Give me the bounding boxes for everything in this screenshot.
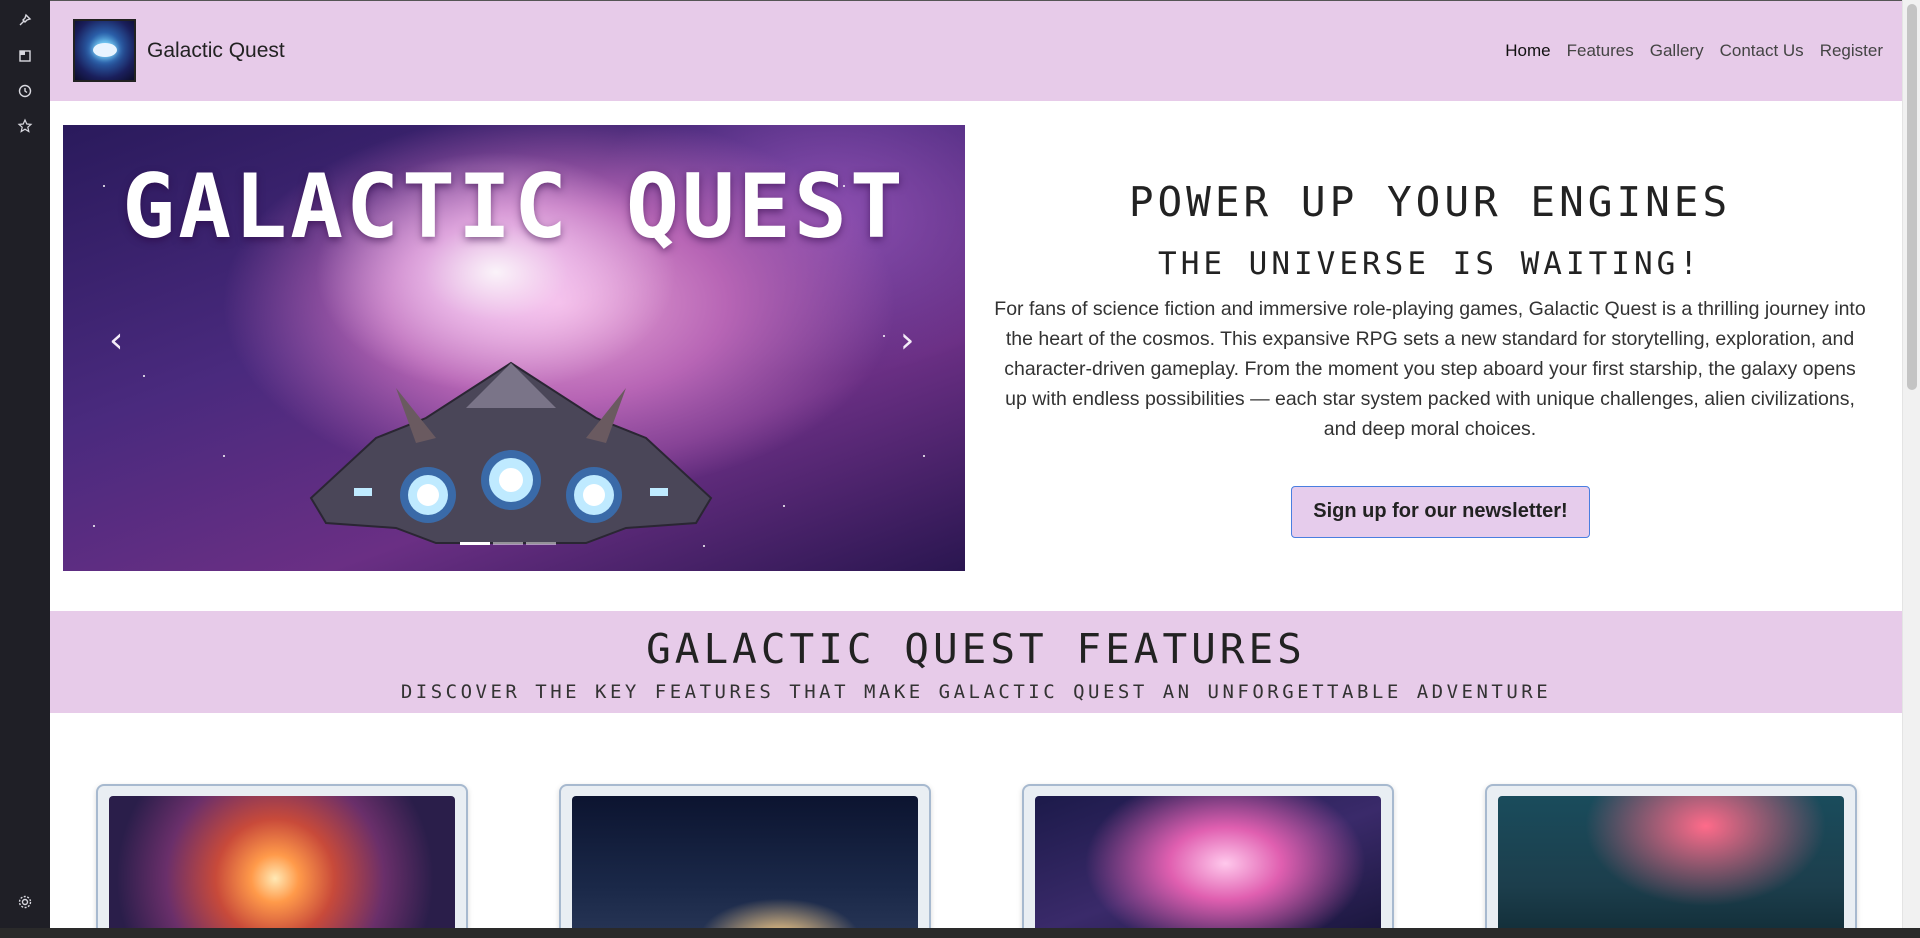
feature-card[interactable] xyxy=(1022,784,1394,928)
browser-sidebar xyxy=(0,0,50,928)
hero-subheading: THE UNIVERSE IS WAITING! xyxy=(1158,246,1702,282)
brand-logo[interactable] xyxy=(73,19,136,82)
pin-icon[interactable] xyxy=(14,12,36,34)
star-icon[interactable] xyxy=(14,118,36,140)
features-header: GALACTIC QUEST FEATURES DISCOVER THE KEY… xyxy=(50,611,1902,713)
hero-carousel[interactable]: GALACTIC QUEST ‹ › xyxy=(63,125,965,571)
feature-card[interactable] xyxy=(559,784,931,928)
nav-links: Home Features Gallery Contact Us Registe… xyxy=(1505,41,1883,61)
carousel-title: GALACTIC QUEST xyxy=(122,155,906,258)
carousel-next-button[interactable]: › xyxy=(900,320,914,361)
navbar: Galactic Quest Home Features Gallery Con… xyxy=(50,0,1902,101)
scrollbar-thumb[interactable] xyxy=(1907,4,1917,390)
hero-paragraph: For fans of science fiction and immersiv… xyxy=(994,298,1866,440)
hero-text: POWER UP YOUR ENGINES THE UNIVERSE IS WA… xyxy=(990,178,1870,444)
web-page: Galactic Quest Home Features Gallery Con… xyxy=(50,0,1902,928)
tab-icon[interactable] xyxy=(14,48,36,70)
hero-heading: POWER UP YOUR ENGINES xyxy=(1128,178,1732,226)
feature-card-image xyxy=(109,796,455,928)
feature-card[interactable] xyxy=(96,784,468,928)
features-title: GALACTIC QUEST FEATURES xyxy=(646,625,1306,673)
nav-link-register[interactable]: Register xyxy=(1820,41,1883,61)
nav-link-home[interactable]: Home xyxy=(1505,41,1550,61)
carousel-indicator[interactable] xyxy=(493,542,523,545)
history-icon[interactable] xyxy=(14,83,36,105)
taskbar xyxy=(0,928,1920,938)
feature-card-image xyxy=(572,796,918,928)
carousel-indicator[interactable] xyxy=(460,542,490,545)
carousel-prev-button[interactable]: ‹ xyxy=(109,320,123,361)
feature-card[interactable] xyxy=(1485,784,1857,928)
newsletter-signup-button[interactable]: Sign up for our newsletter! xyxy=(1291,486,1590,538)
feature-card-image xyxy=(1498,796,1844,928)
carousel-indicators xyxy=(460,542,556,545)
feature-card-image xyxy=(1035,796,1381,928)
spaceship-illustration xyxy=(309,361,713,544)
features-subtitle: DISCOVER THE KEY FEATURES THAT MAKE GALA… xyxy=(400,681,1552,703)
carousel-indicator[interactable] xyxy=(526,542,556,545)
page-scrollbar[interactable] xyxy=(1902,0,1920,928)
nav-link-gallery[interactable]: Gallery xyxy=(1650,41,1704,61)
nav-link-features[interactable]: Features xyxy=(1567,41,1634,61)
nav-link-contact-us[interactable]: Contact Us xyxy=(1720,41,1804,61)
brand-name[interactable]: Galactic Quest xyxy=(147,39,285,63)
settings-icon[interactable] xyxy=(14,894,36,916)
